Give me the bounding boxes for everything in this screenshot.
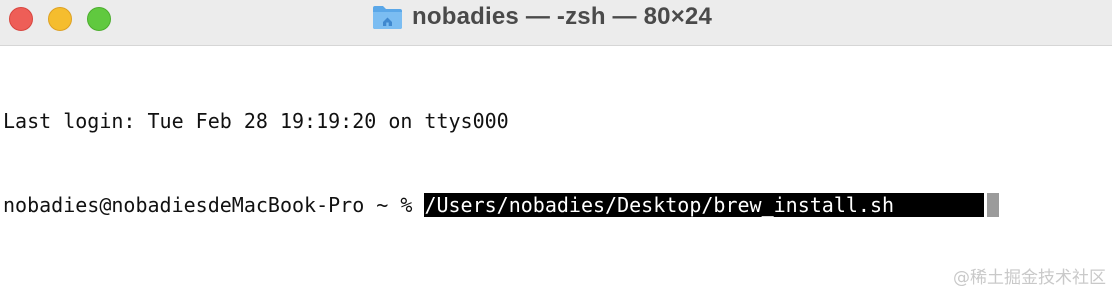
window-title: nobadies — -zsh — 80×24 [412,3,713,30]
terminal-content[interactable]: Last login: Tue Feb 28 19:19:20 on ttys0… [3,51,1000,275]
minimize-button[interactable] [48,7,72,31]
maximize-button[interactable] [87,7,111,31]
selected-command[interactable]: /Users/nobadies/Desktop/brew_install.sh [424,193,985,217]
text-cursor [987,193,1000,217]
window-title-group: nobadies — -zsh — 80×24 [372,2,712,32]
home-folder-icon [373,6,402,29]
watermark: @稀土掘金技术社区 [953,268,1106,288]
prompt-line: nobadies@nobadiesdeMacBook-Pro ~ % /User… [3,191,1000,219]
last-login-line: Last login: Tue Feb 28 19:19:20 on ttys0… [3,109,509,133]
shell-prompt: nobadies@nobadiesdeMacBook-Pro ~ % [3,193,425,217]
terminal-window: nobadies — -zsh — 80×24 Last login: Tue … [0,0,1112,296]
close-button[interactable] [9,7,33,31]
title-bar[interactable]: nobadies — -zsh — 80×24 [0,0,1112,46]
